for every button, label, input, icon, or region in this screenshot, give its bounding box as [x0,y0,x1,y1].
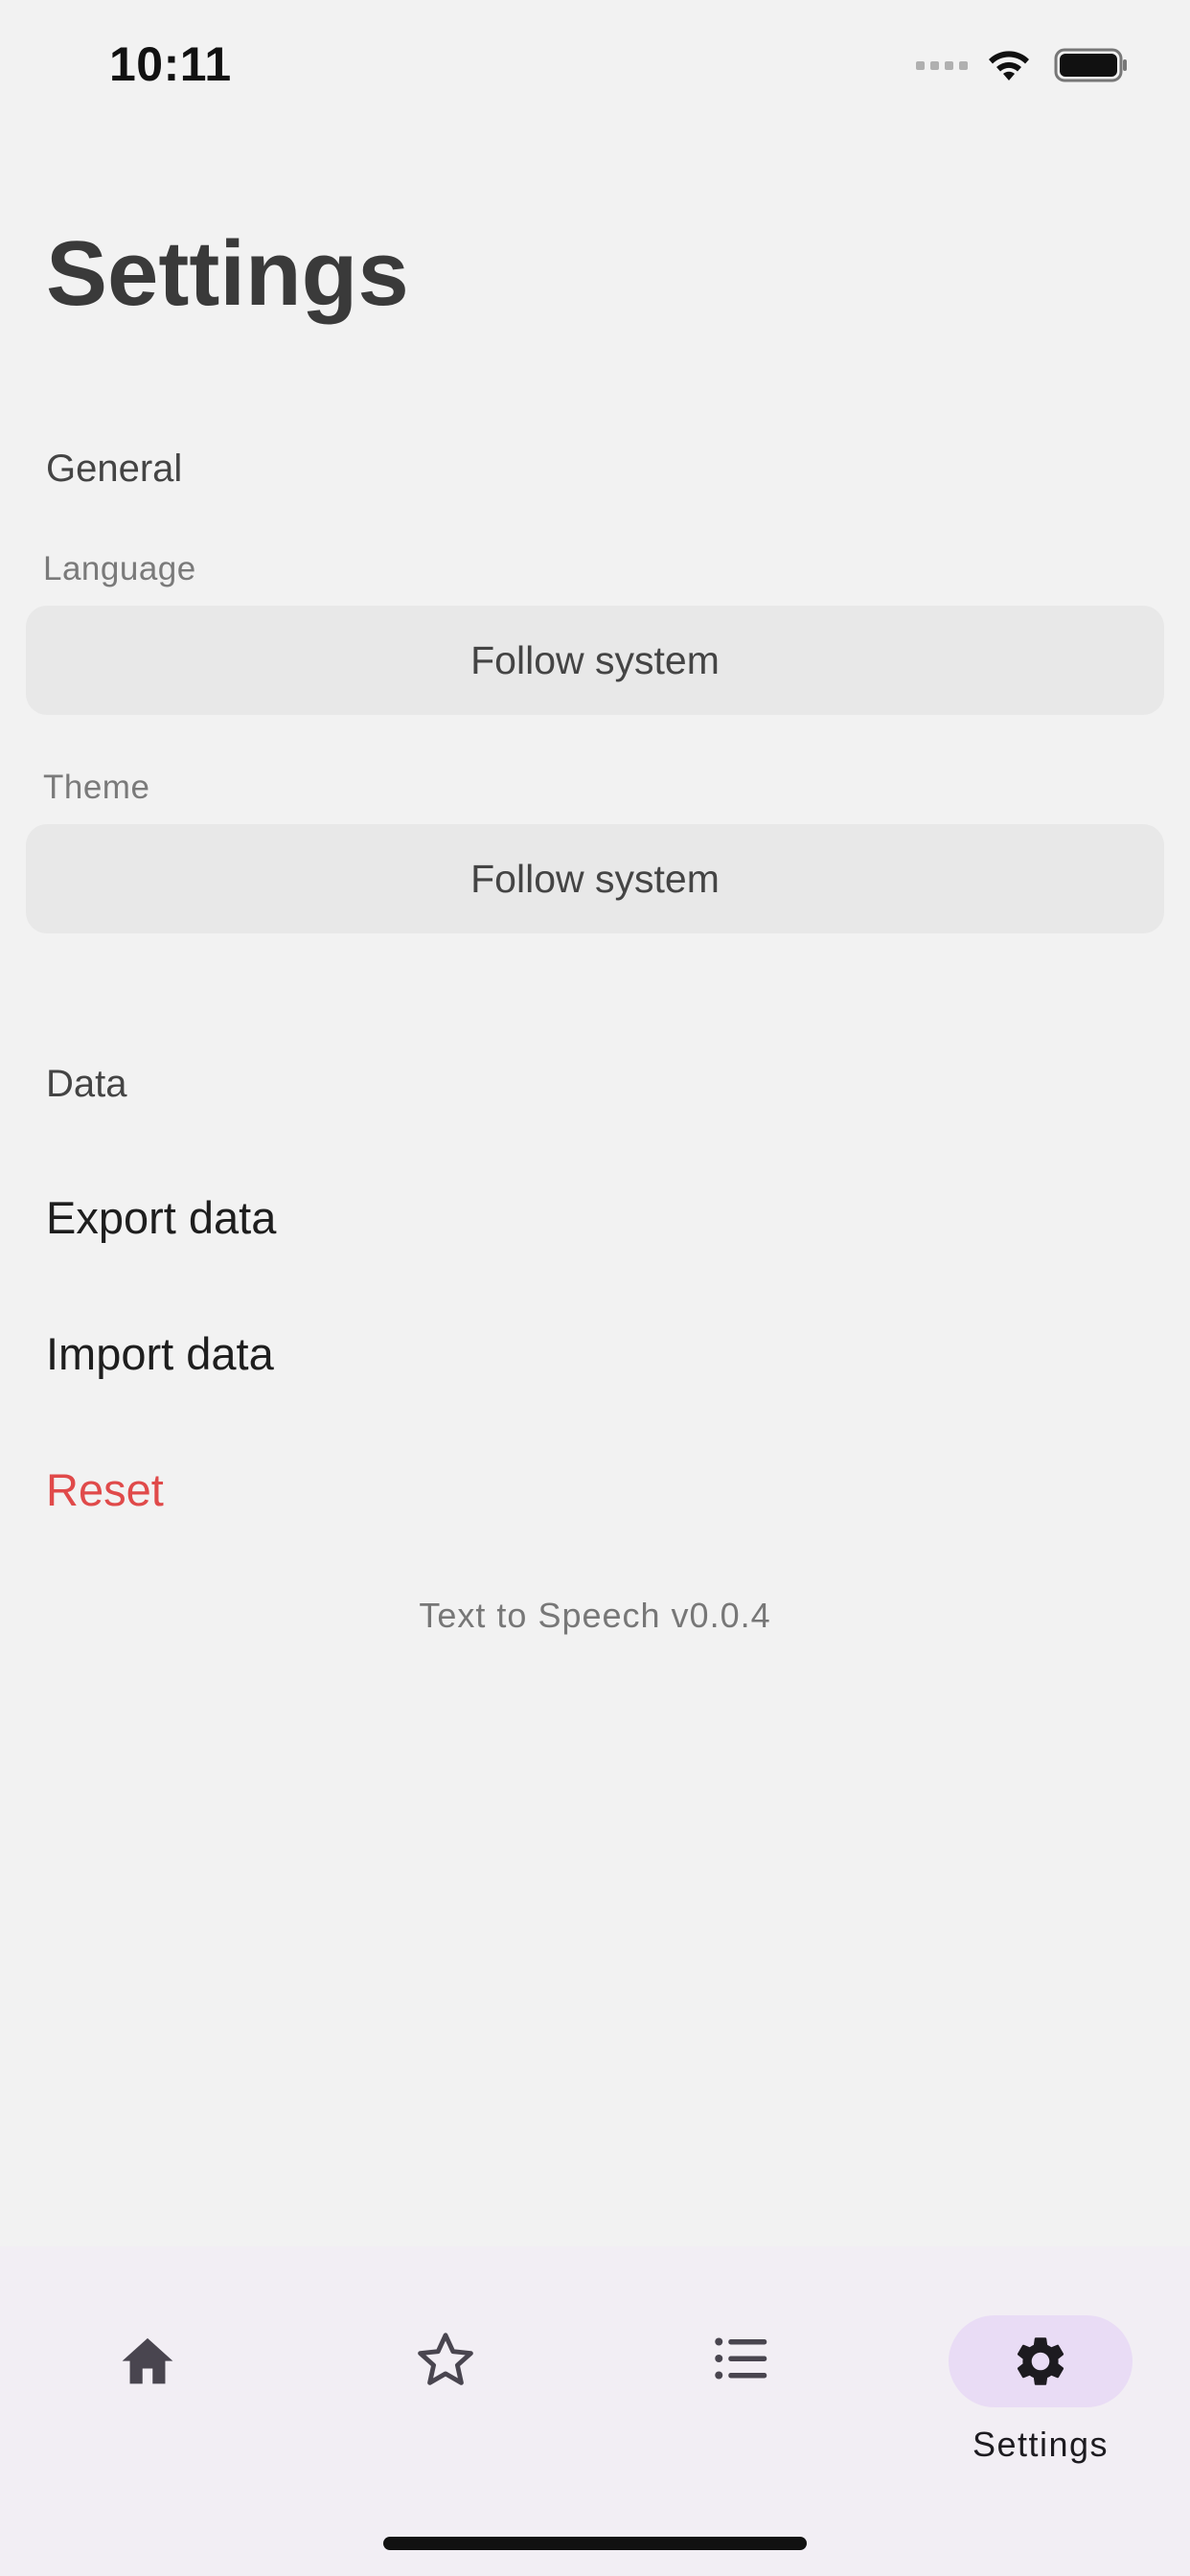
nav-item-list[interactable] [646,2281,837,2434]
status-bar: 10:11 [0,0,1190,134]
wifi-icon [989,51,1029,80]
app-version: Text to Speech v0.0.4 [419,1596,771,1635]
section-header-data: Data [46,1063,127,1105]
battery-icon [1054,48,1127,82]
nav-item-settings[interactable]: Settings [949,2281,1133,2464]
status-time: 10:11 [109,37,232,91]
nav-label-settings: Settings [972,2425,1110,2464]
export-data-button[interactable]: Export data [46,1191,276,1244]
import-data-button[interactable]: Import data [46,1327,274,1380]
language-label: Language [43,550,196,587]
section-header-general: General [46,448,183,490]
status-icons [916,42,1129,88]
theme-label: Theme [43,769,150,806]
signal-icon [916,60,968,70]
theme-select[interactable]: Follow system [26,824,1164,933]
gear-icon [1017,2337,1064,2385]
home-indicator[interactable] [383,2537,807,2550]
theme-value: Follow system [470,856,720,901]
language-select[interactable]: Follow system [26,606,1164,715]
page-title: Settings [46,222,409,325]
home-icon [122,2337,173,2384]
language-value: Follow system [470,637,720,682]
bottom-navigation: Settings [0,2246,1190,2576]
reset-button[interactable]: Reset [46,1463,164,1516]
nav-item-favorites[interactable] [350,2281,541,2434]
nav-item-home[interactable] [52,2281,243,2434]
star-icon [418,2333,473,2385]
list-icon [715,2337,767,2380]
